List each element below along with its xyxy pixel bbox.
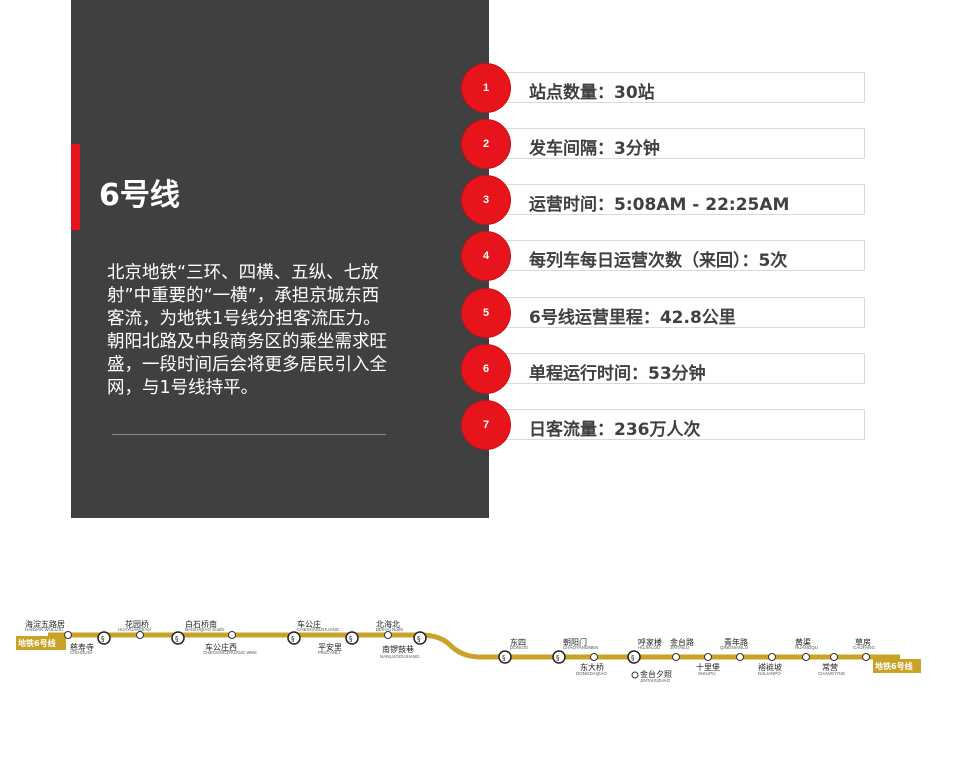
station-dongsi: 东四 DONGSI: [510, 637, 528, 650]
svg-text:CHEGONGZHUANG: CHEGONGZHUANG: [297, 627, 340, 632]
stat-item-stations: 站点数量：30站 1: [462, 64, 867, 114]
line-title: 6号线: [99, 178, 180, 213]
svg-text:§: §: [291, 635, 295, 643]
svg-text:§: §: [502, 654, 506, 662]
stat-number-badge: 6: [462, 345, 510, 393]
info-panel: [71, 0, 489, 518]
transfer-icon: §: [552, 650, 566, 664]
transfer-icon: §: [171, 631, 185, 645]
svg-text:NANLUOGUXIANG: NANLUOGUXIANG: [380, 654, 420, 659]
stat-text: 日客流量：236万人次: [529, 420, 701, 440]
line-badge-left: 地铁6号线: [16, 636, 66, 650]
station-hujialou: 呼家楼 HUJIALOU: [638, 637, 662, 650]
svg-text:DONGDAQIAO: DONGDAQIAO: [576, 671, 608, 676]
svg-text:CHEGONGZHUANG West: CHEGONGZHUANG West: [203, 650, 257, 655]
stat-text: 发车间隔：3分钟: [529, 139, 660, 159]
svg-text:地铁6号线: 地铁6号线: [875, 661, 913, 671]
svg-text:§: §: [631, 654, 635, 662]
svg-text:BAISHIQIAO South: BAISHIQIAO South: [185, 627, 225, 632]
svg-text:JINTAIXIZHAO: JINTAIXIZHAO: [640, 678, 671, 683]
title-accent-bar: [71, 144, 80, 230]
svg-text:§: §: [101, 635, 105, 643]
svg-text:南锣鼓巷: 南锣鼓巷: [382, 644, 414, 654]
transfer-icon: §: [413, 631, 427, 645]
svg-text:QINGNIANLU: QINGNIANLU: [720, 645, 748, 650]
line6-route-map: 地铁6号线 地铁6号线 海淀五路居 HAIDIAN WULUJU 慈寿寺 CIS…: [0, 600, 960, 710]
svg-text:HAIDIAN WULUJU: HAIDIAN WULUJU: [25, 627, 63, 632]
panel-divider: [112, 434, 386, 435]
svg-text:PING'ANLI: PING'ANLI: [318, 650, 340, 655]
station-jintaixizhao: 金台夕照 JINTAIXIZHAO: [631, 669, 672, 683]
station-nanluoguxiang: 南锣鼓巷 NANLUOGUXIANG: [380, 644, 420, 659]
stat-text: 运营时间：5:08AM - 22:25AM: [529, 195, 790, 215]
station-chaoyangmen: 朝阳门 CHAOYANGMEN: [563, 637, 598, 650]
svg-text:CHANGYING: CHANGYING: [818, 671, 846, 676]
transfer-icon: §: [627, 650, 641, 664]
stat-text: 6号线运营里程：42.8公里: [529, 308, 736, 328]
stat-text: 站点数量：30站: [529, 83, 655, 103]
stat-number-badge: 7: [462, 401, 510, 449]
svg-text:§: §: [417, 635, 421, 643]
svg-text:DONGSI: DONGSI: [510, 645, 528, 650]
stat-text: 单程运行时间：53分钟: [529, 364, 706, 384]
stat-number-badge: 4: [462, 232, 510, 280]
svg-text:JINTAILU: JINTAILU: [670, 645, 689, 650]
stat-number-badge: 1: [462, 64, 510, 112]
stat-text: 每列车每日运营次数（来回）：5次: [529, 251, 788, 271]
stat-item-interval: 发车间隔：3分钟 2: [462, 120, 867, 170]
svg-text:地铁6号线: 地铁6号线: [18, 638, 56, 648]
stat-item-trip-time: 单程运行时间：53分钟 6: [462, 345, 867, 395]
station-cishousi: 慈寿寺 CISHOUSI: [70, 642, 94, 655]
stat-number-badge: 5: [462, 289, 510, 337]
svg-text:§: §: [175, 635, 179, 643]
stat-item-hours: 运营时间：5:08AM - 22:25AM 3: [462, 176, 867, 226]
station-pinganli: 平安里 PING'ANLI: [318, 642, 342, 655]
station-chegongzhuang: 车公庄 CHEGONGZHUANG: [297, 619, 340, 632]
svg-text:HUJIALOU: HUJIALOU: [638, 645, 660, 650]
svg-text:BEIHAI North: BEIHAI North: [376, 627, 404, 632]
transfer-icon: §: [498, 650, 512, 664]
line-description: 北京地铁“三环、四横、五纵、七放射”中重要的“一横”，承担京城东西客流，为地铁1…: [107, 263, 387, 398]
svg-text:CAOFANG: CAOFANG: [853, 645, 876, 650]
svg-text:HUAYUANQIAO: HUAYUANQIAO: [118, 627, 151, 632]
svg-text:SHILIPU: SHILIPU: [698, 671, 716, 676]
svg-text:CHAOYANGMEN: CHAOYANGMEN: [563, 645, 598, 650]
stat-item-daily-runs: 每列车每日运营次数（来回）：5次 4: [462, 232, 867, 282]
stat-item-length: 6号线运营里程：42.8公里 5: [462, 289, 867, 339]
svg-text:CISHOUSI: CISHOUSI: [70, 650, 92, 655]
stat-item-ridership: 日客流量：236万人次 7: [462, 401, 867, 451]
svg-text:DALIANPO: DALIANPO: [758, 671, 781, 676]
svg-text:§: §: [556, 654, 560, 662]
stat-number-badge: 2: [462, 120, 510, 168]
stat-number-badge: 3: [462, 176, 510, 224]
transfer-icon: §: [97, 631, 111, 645]
route-map-svg: 地铁6号线 地铁6号线 海淀五路居 HAIDIAN WULUJU 慈寿寺 CIS…: [16, 619, 921, 683]
svg-text:§: §: [349, 635, 353, 643]
line-badge-right: 地铁6号线: [873, 659, 921, 673]
transfer-icon: §: [287, 631, 301, 645]
svg-text:HUANGQU: HUANGQU: [795, 645, 818, 650]
station-baishiqiao-south: 白石桥南 BAISHIQIAO South: [185, 619, 225, 632]
transfer-icon: §: [345, 631, 359, 645]
